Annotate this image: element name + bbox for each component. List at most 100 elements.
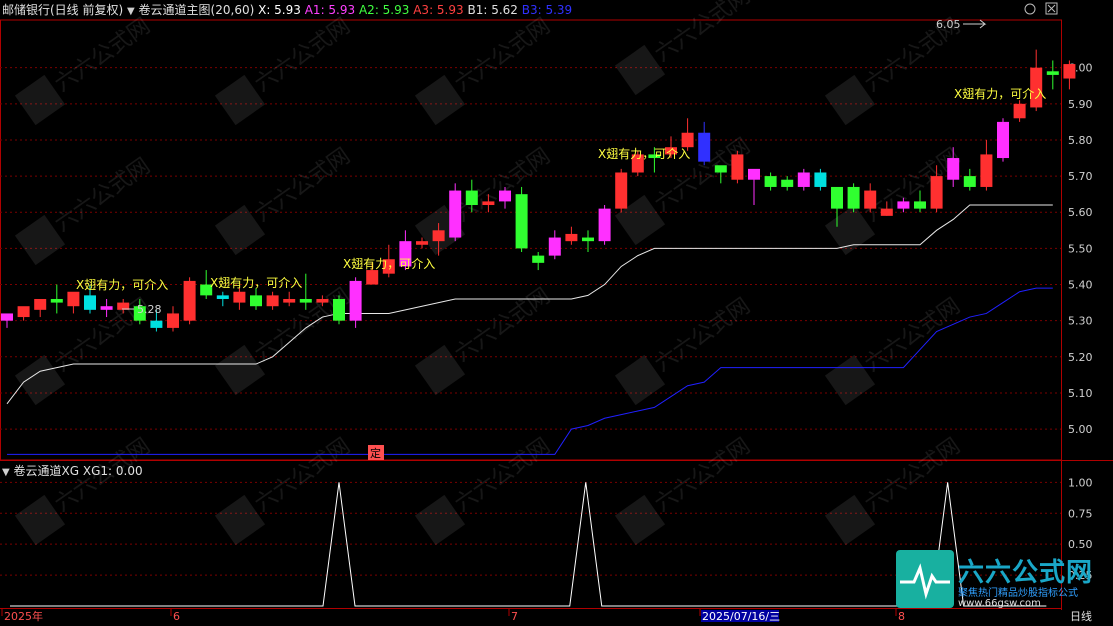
candle-body[interactable]: [465, 190, 478, 206]
low-price-label: 5.28: [137, 303, 162, 316]
candle-body[interactable]: [980, 154, 993, 187]
candle-body[interactable]: [864, 190, 877, 209]
period-label[interactable]: 日线: [1070, 609, 1092, 623]
sub-dropdown-icon[interactable]: ▼: [2, 467, 10, 478]
candle-body[interactable]: [748, 168, 760, 180]
candle-body[interactable]: [316, 298, 329, 303]
x-axis-label: 6: [173, 610, 180, 622]
b3-value: B3: 5.39: [521, 3, 573, 17]
a2-value: A2: 5.93: [358, 3, 410, 17]
candle-body[interactable]: [897, 201, 910, 209]
candle-body[interactable]: [814, 172, 827, 187]
marker-text: 定: [370, 446, 381, 460]
y-tick-label: 5.40: [1068, 279, 1093, 292]
candle-body[interactable]: [233, 291, 246, 303]
candle-body[interactable]: [1, 313, 13, 321]
candle-body[interactable]: [764, 176, 777, 187]
a3-value: A3: 5.93: [413, 3, 464, 17]
candle-body[interactable]: [183, 280, 196, 321]
candle-body[interactable]: [167, 313, 179, 328]
candle-body[interactable]: [100, 306, 113, 310]
a1-value: A1: 5.93: [304, 3, 356, 17]
candle-body[interactable]: [432, 230, 445, 242]
sub-indicator-title[interactable]: 卷云通道XG: [14, 464, 80, 478]
candle-body[interactable]: [831, 186, 843, 209]
candle-body[interactable]: [880, 208, 893, 216]
candle-body[interactable]: [50, 298, 63, 303]
candle-body[interactable]: [781, 179, 794, 187]
candle-body[interactable]: [34, 298, 47, 310]
chart-window: 6.00 5.90 5.80 5.70 5.60 5.50 5.40 5.30 5.20 5.10…: [0, 0, 1113, 623]
candle-body[interactable]: [963, 176, 976, 187]
sub-y-tick-label: 0.50: [1068, 538, 1093, 551]
site-logo: [896, 550, 954, 608]
candle-body[interactable]: [714, 165, 727, 173]
site-slogan: 聚焦热门精品炒股指标公式: [958, 588, 1078, 599]
candle-body[interactable]: [150, 320, 163, 328]
candle-body[interactable]: [333, 298, 345, 321]
x-axis-label: 2025年: [4, 609, 43, 622]
candle-body[interactable]: [17, 306, 30, 318]
stock-title: 邮储银行(日线 前复权): [2, 3, 124, 17]
y-tick-label: 5.80: [1068, 134, 1093, 147]
candle-body[interactable]: [532, 255, 545, 263]
main-header: 邮储银行(日线 前复权) ▼ 卷云通道主图(20,60) X: 5.93 A1:…: [2, 1, 572, 18]
candle-body[interactable]: [681, 132, 694, 148]
peak-price-label: 6.05: [936, 18, 961, 31]
y-tick-label: 5.30: [1068, 315, 1093, 328]
candle-body[interactable]: [930, 176, 943, 209]
sub-header: ▼ 卷云通道XG XG1: 0.00: [2, 462, 143, 479]
signal-label: X翅有力，可介入: [343, 256, 435, 271]
candle-body[interactable]: [349, 280, 362, 321]
candle-body[interactable]: [847, 186, 860, 209]
candle-body[interactable]: [67, 291, 80, 307]
xg1-value: XG1: 0.00: [82, 464, 143, 478]
candle-body[interactable]: [515, 194, 528, 249]
site-url: www.66gsw.com: [958, 598, 1041, 609]
chart-canvas[interactable]: 6.005.905.805.705.605.505.405.305.205.10…: [0, 0, 1113, 623]
candle-body[interactable]: [582, 237, 594, 242]
candle-body[interactable]: [482, 201, 495, 206]
candle-body[interactable]: [1046, 71, 1059, 75]
y-tick-label: 5.10: [1068, 387, 1093, 400]
b1-value: B1: 5.62: [467, 3, 518, 17]
candle-body[interactable]: [731, 154, 744, 180]
x-axis-label: 2025/07/16/三: [702, 610, 780, 622]
candle-body[interactable]: [84, 295, 96, 310]
y-tick-label: 5.90: [1068, 98, 1093, 111]
x-axis-label: 8: [898, 610, 905, 622]
candle-body[interactable]: [598, 208, 611, 242]
candle-body[interactable]: [548, 237, 561, 256]
sub-y-tick-label: 1.00: [1068, 476, 1093, 489]
signal-label: X翅有力，可介入: [76, 277, 168, 292]
sub-y-tick-label: 0.75: [1068, 507, 1093, 520]
candle-body[interactable]: [698, 132, 711, 162]
indicator-title[interactable]: 卷云通道主图(20,60): [139, 3, 255, 17]
dropdown-icon[interactable]: ▼: [127, 6, 135, 17]
candle-body[interactable]: [216, 295, 229, 299]
candle-body[interactable]: [997, 121, 1009, 159]
candle-body[interactable]: [1063, 64, 1076, 79]
candle-body[interactable]: [266, 295, 279, 307]
candle-body[interactable]: [366, 270, 379, 285]
signal-label: X翅有力，可介入: [210, 275, 302, 290]
candle-body[interactable]: [565, 233, 578, 242]
candle-body[interactable]: [499, 190, 511, 202]
candle-body[interactable]: [299, 298, 312, 303]
candle-body[interactable]: [416, 241, 428, 245]
candle-body[interactable]: [449, 190, 462, 238]
signal-label: X翅有力，可介入: [598, 146, 690, 161]
candle-body[interactable]: [797, 172, 810, 187]
candle-body[interactable]: [250, 295, 262, 307]
candle-body[interactable]: [615, 172, 628, 209]
x-value: X: 5.93: [258, 3, 301, 17]
candle-body[interactable]: [1013, 103, 1026, 119]
candle-body[interactable]: [947, 158, 960, 180]
candle-body[interactable]: [914, 201, 926, 209]
y-tick-label: 5.20: [1068, 351, 1093, 364]
y-tick-label: 5.50: [1068, 242, 1093, 255]
y-tick-label: 5.70: [1068, 170, 1093, 183]
candle-body[interactable]: [283, 298, 296, 303]
y-tick-label: 5.60: [1068, 206, 1093, 219]
y-tick-label: 5.00: [1068, 423, 1093, 436]
